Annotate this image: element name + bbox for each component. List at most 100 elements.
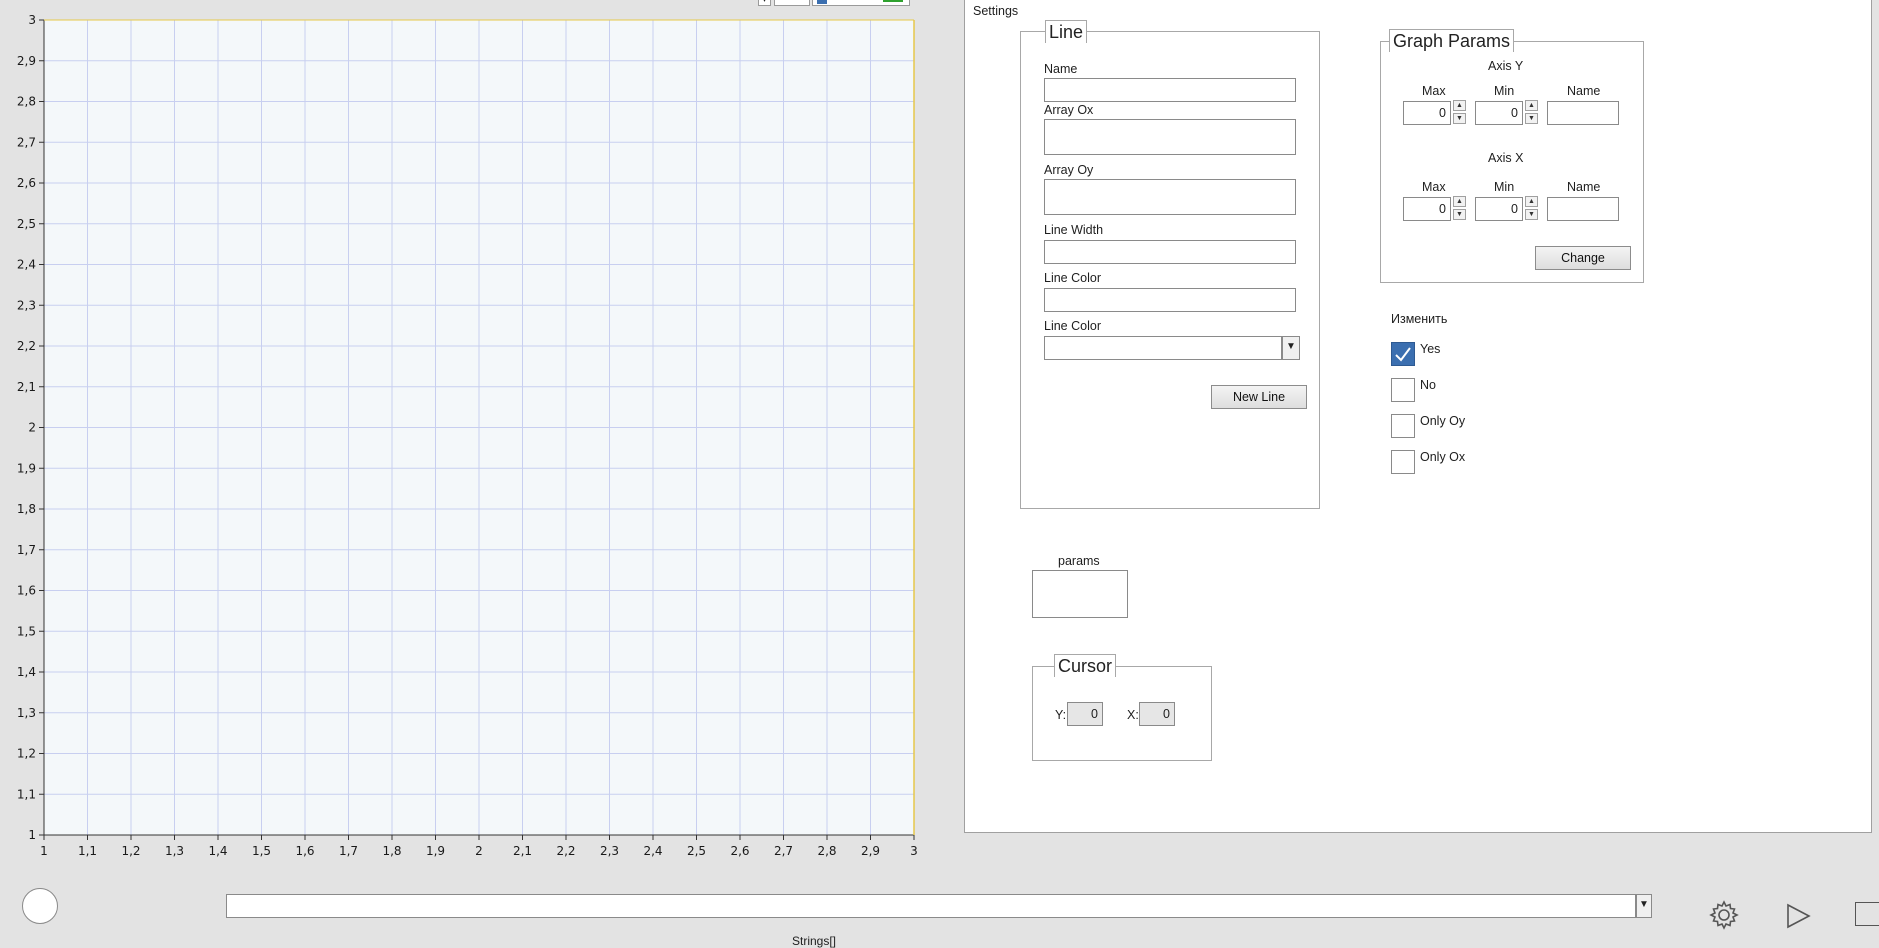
x-tick-label: 1,7: [339, 844, 358, 858]
plot-legend-box[interactable]: [812, 0, 910, 6]
x-tick-label: 2,1: [513, 844, 532, 858]
y-tick-label: 1,8: [17, 502, 36, 516]
array-oy-label: Array Oy: [1044, 163, 1094, 177]
plot-tool-dropdown[interactable]: ▾: [758, 0, 771, 6]
axis-x-max-label: Max: [1422, 180, 1446, 194]
chevron-down-icon[interactable]: ▼: [1636, 894, 1652, 918]
axis-y-min-stepper[interactable]: ▲ ▼: [1525, 100, 1538, 124]
circle-indicator[interactable]: [22, 888, 58, 924]
plot-tool-field[interactable]: [774, 0, 810, 6]
y-axis: 1 1,1 1,2 1,3 1,4 1,5 1,6 1,7 1,8 1,9 2 2,1 2,2 2,3 2,…: [17, 13, 45, 842]
settings-title: Settings: [973, 4, 1019, 18]
axis-y-max-label: Max: [1422, 84, 1446, 98]
cursor-x-label: X:: [1127, 708, 1139, 722]
x-tick-label: 2: [475, 844, 483, 858]
params-label: params: [1058, 554, 1100, 568]
only-oy-checkbox[interactable]: [1391, 414, 1415, 438]
axis-x-name-input[interactable]: [1547, 197, 1619, 221]
change-button[interactable]: Change: [1535, 246, 1631, 270]
strings-label: Strings[]: [792, 934, 837, 948]
x-tick-label: 2,4: [643, 844, 662, 858]
graph-params-title: Graph Params: [1389, 29, 1515, 52]
axis-x-min-label: Min: [1494, 180, 1515, 194]
no-checkbox[interactable]: [1391, 378, 1415, 402]
line-width-input[interactable]: [1044, 240, 1296, 264]
xy-graph[interactable]: 1 1,1 1,2 1,3 1,4 1,5 1,6 1,7 1,8 1,9 2 2,1 2,2 2,3 2,…: [0, 0, 960, 870]
y-tick-label: 1,1: [17, 787, 36, 801]
x-tick-label: 2,3: [600, 844, 619, 858]
cursor-group-title: Cursor: [1054, 654, 1117, 677]
line-color-input[interactable]: [1044, 288, 1296, 312]
y-tick-label: 1,7: [17, 543, 36, 557]
x-tick-label: 2,9: [861, 844, 880, 858]
y-tick-label: 2,5: [17, 217, 36, 231]
chevron-down-icon[interactable]: ▼: [1282, 336, 1300, 360]
axis-x-name-label: Name: [1567, 180, 1601, 194]
run-arrow-icon[interactable]: [1784, 902, 1812, 930]
axis-y-max-stepper[interactable]: ▲ ▼: [1453, 100, 1466, 124]
y-tick-label: 1,6: [17, 584, 36, 598]
stop-icon[interactable]: [1855, 902, 1879, 926]
line-width-label: Line Width: [1044, 223, 1104, 237]
x-axis: 1 1,1 1,2 1,3 1,4 1,5 1,6 1,7 1,8 1,9 2 2,1 2,2 2,3 2,…: [40, 834, 918, 858]
x-tick-label: 2,7: [774, 844, 793, 858]
axis-y-name-label: Name: [1567, 84, 1601, 98]
line-color-label: Line Color: [1044, 271, 1101, 285]
y-tick-label: 1: [28, 828, 36, 842]
yes-checkbox[interactable]: [1391, 342, 1415, 366]
name-label: Name: [1044, 62, 1078, 76]
only-oy-label: Only Oy: [1420, 414, 1466, 428]
x-tick-label: 2,6: [730, 844, 749, 858]
x-tick-label: 1: [40, 844, 48, 858]
y-tick-label: 2,8: [17, 95, 36, 109]
change-mode-label: Изменить: [1391, 312, 1448, 326]
array-ox-label: Array Ox: [1044, 103, 1094, 117]
cursor-x-value[interactable]: 0: [1139, 702, 1175, 726]
only-ox-label: Only Ox: [1420, 450, 1466, 464]
x-tick-label: 1,8: [382, 844, 401, 858]
array-oy-input[interactable]: [1044, 179, 1296, 215]
axis-x-min-stepper[interactable]: ▲ ▼: [1525, 196, 1538, 220]
name-input[interactable]: [1044, 78, 1296, 102]
line-color-select-label: Line Color: [1044, 319, 1101, 333]
y-tick-label: 2,2: [17, 339, 36, 353]
new-line-button[interactable]: New Line: [1211, 385, 1307, 409]
grid-lines: [43, 19, 915, 836]
array-ox-input[interactable]: [1044, 119, 1296, 155]
y-tick-label: 1,9: [17, 461, 36, 475]
axis-y-min-label: Min: [1494, 84, 1515, 98]
axis-x-max-stepper[interactable]: ▲ ▼: [1453, 196, 1466, 220]
checkmark-icon: [1395, 347, 1411, 362]
y-tick-label: 1,5: [17, 624, 36, 638]
only-ox-checkbox[interactable]: [1391, 450, 1415, 474]
x-tick-label: 3: [910, 844, 918, 858]
x-tick-label: 2,5: [687, 844, 706, 858]
axis-x-max-input[interactable]: 0: [1403, 197, 1451, 221]
x-tick-label: 2,2: [556, 844, 575, 858]
x-tick-label: 1,5: [252, 844, 271, 858]
y-tick-label: 2,9: [17, 54, 36, 68]
y-tick-label: 1,4: [17, 665, 36, 679]
axis-y-title: Axis Y: [1488, 59, 1524, 73]
axis-x-min-input[interactable]: 0: [1475, 197, 1523, 221]
x-tick-label: 1,4: [208, 844, 227, 858]
x-tick-label: 1,1: [78, 844, 97, 858]
axis-y-name-input[interactable]: [1547, 101, 1619, 125]
y-tick-label: 2,1: [17, 380, 36, 394]
cursor-y-value[interactable]: 0: [1067, 702, 1103, 726]
y-tick-label: 1,2: [17, 747, 36, 761]
cursor-y-label: Y:: [1055, 708, 1067, 722]
strings-combo[interactable]: [226, 894, 1636, 918]
no-label: No: [1420, 378, 1436, 392]
y-tick-label: 2: [28, 421, 36, 435]
axis-y-min-input[interactable]: 0: [1475, 101, 1523, 125]
axis-y-max-input[interactable]: 0: [1403, 101, 1451, 125]
legend-line-icon: [883, 0, 903, 2]
yes-label: Yes: [1420, 342, 1441, 356]
x-tick-label: 2,8: [817, 844, 836, 858]
x-tick-label: 1,2: [121, 844, 140, 858]
params-field[interactable]: [1032, 570, 1128, 618]
legend-checkbox[interactable]: [817, 0, 827, 4]
line-color-select[interactable]: [1044, 336, 1282, 360]
gear-icon[interactable]: [1708, 899, 1740, 931]
